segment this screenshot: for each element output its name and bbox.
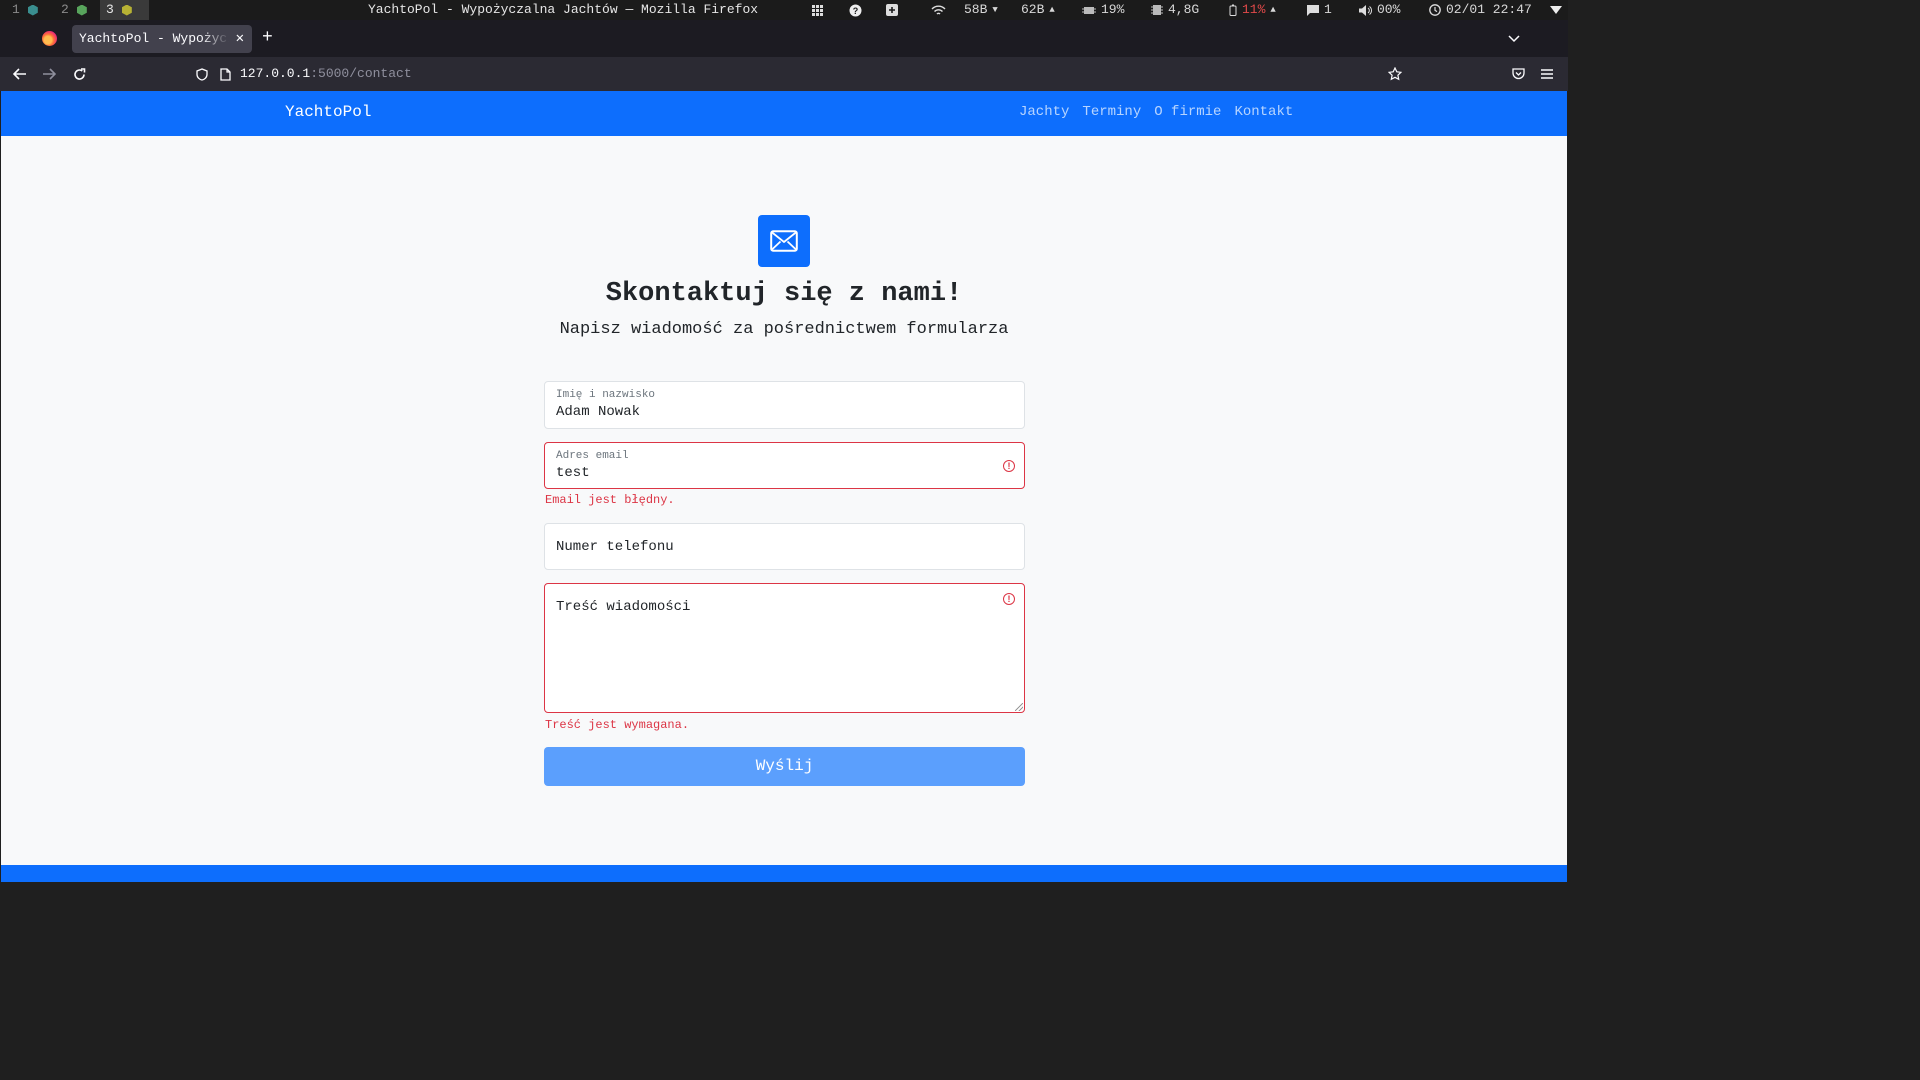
- workspace-hex-icon: [27, 4, 38, 16]
- message-textarea[interactable]: Treść wiadomości !: [544, 583, 1025, 713]
- battery-icon: [1229, 4, 1237, 16]
- datetime-value: 02/01 22:47: [1446, 2, 1532, 17]
- browser-tab-active[interactable]: YachtoPol - Wypożyczalna Jachtów ✕: [72, 25, 252, 53]
- net-up-value: 62B: [1021, 2, 1045, 17]
- workspace-hex-icon: [76, 4, 87, 16]
- chat-icon: [1307, 4, 1319, 16]
- url-path: :5000/contact: [310, 66, 412, 81]
- page-info-icon[interactable]: [216, 65, 234, 83]
- net-down-value: 58B: [964, 2, 988, 17]
- clock-icon: [1429, 4, 1441, 16]
- site-brand[interactable]: YachtoPol: [285, 103, 371, 121]
- clock-indicator[interactable]: 02/01 22:47: [1429, 0, 1532, 20]
- email-error-message: Email jest błędny.: [545, 493, 675, 507]
- nav-link-jachty[interactable]: Jachty: [1019, 104, 1069, 120]
- cpu-indicator: 19%: [1082, 0, 1124, 20]
- workspace-number: 2: [61, 2, 69, 17]
- volume-indicator[interactable]: 00%: [1359, 0, 1400, 20]
- envelope-icon: [758, 215, 810, 267]
- help-icon[interactable]: ?: [849, 0, 862, 20]
- net-down: 58B ▼: [964, 0, 998, 20]
- workspace-1[interactable]: 1: [6, 0, 44, 20]
- cpu-value: 19%: [1101, 2, 1125, 17]
- bookmark-star-icon[interactable]: [1386, 65, 1404, 83]
- url-bar[interactable]: 127.0.0.1:5000/contact: [240, 65, 412, 82]
- site-footer: [1, 865, 1567, 882]
- close-tab-icon[interactable]: ✕: [236, 25, 244, 53]
- firefox-logo-icon[interactable]: [42, 31, 57, 46]
- error-icon: !: [1003, 593, 1015, 605]
- message-textarea-placeholder: Treść wiadomości: [556, 599, 691, 615]
- error-icon: !: [1003, 460, 1015, 472]
- net-up: 62B ▲: [1021, 0, 1055, 20]
- apps-grid-icon[interactable]: [812, 0, 823, 20]
- workspace-2[interactable]: 2: [55, 0, 93, 20]
- phone-field-placeholder: Numer telefonu: [556, 539, 674, 555]
- name-field-label: Imię i nazwisko: [556, 389, 656, 401]
- add-box-icon[interactable]: [886, 0, 898, 20]
- arrow-left-icon: [13, 68, 26, 80]
- arrow-up-icon: ▲: [1049, 5, 1055, 15]
- workspace-number: 3: [106, 2, 114, 17]
- notifications-indicator[interactable]: 1: [1307, 0, 1332, 20]
- page-title: Skontaktuj się z nami!: [605, 279, 963, 309]
- speaker-icon: [1359, 4, 1372, 16]
- volume-value: 00%: [1377, 2, 1401, 17]
- pocket-icon[interactable]: [1509, 65, 1527, 83]
- nav-link-o-firmie[interactable]: O firmie: [1154, 104, 1221, 120]
- forward-button[interactable]: [40, 65, 58, 83]
- nav-link-kontakt[interactable]: Kontakt: [1234, 104, 1293, 120]
- email-field-value: test: [556, 465, 590, 481]
- memory-icon: [1151, 5, 1163, 15]
- url-host: 127.0.0.1: [240, 66, 311, 81]
- tracking-shield-icon[interactable]: [193, 65, 211, 83]
- email-field[interactable]: Adres email test !: [544, 442, 1025, 489]
- cpu-icon: [1082, 6, 1096, 14]
- workspace-3[interactable]: 3: [100, 0, 149, 20]
- nav-link-terminy[interactable]: Terminy: [1082, 104, 1141, 120]
- reload-button[interactable]: [70, 65, 88, 83]
- notifications-count: 1: [1324, 2, 1332, 17]
- svg-text:?: ?: [853, 6, 859, 16]
- name-field[interactable]: Imię i nazwisko Adam Nowak: [544, 381, 1025, 429]
- tray-dropdown-icon[interactable]: [1550, 0, 1562, 20]
- browser-navigation-bar: 127.0.0.1:5000/contact: [0, 57, 1568, 91]
- system-status-bar: 1 2 3 YachtoPol - Wypożyczalna Jachtów —…: [0, 0, 1568, 20]
- window-title: YachtoPol - Wypożyczalna Jachtów — Mozil…: [368, 2, 759, 17]
- web-page: YachtoPol Jachty Terminy O firmie Kontak…: [0, 91, 1568, 882]
- name-field-value: Adam Nowak: [556, 404, 641, 420]
- list-all-tabs-icon[interactable]: [1508, 30, 1520, 48]
- app-menu-icon[interactable]: [1538, 65, 1556, 83]
- reload-icon: [73, 67, 85, 80]
- battery-value: 11%: [1242, 2, 1266, 17]
- workspace-hex-icon: [121, 4, 132, 16]
- arrow-down-icon: ▼: [992, 5, 998, 15]
- battery-indicator: 11% ▲: [1229, 0, 1276, 20]
- message-error-message: Treść jest wymagana.: [545, 718, 690, 732]
- browser-tab-strip: YachtoPol - Wypożyczalna Jachtów ✕ +: [0, 20, 1568, 57]
- back-button[interactable]: [11, 65, 29, 83]
- new-tab-button[interactable]: +: [262, 28, 273, 48]
- arrow-right-icon: [43, 68, 56, 80]
- memory-value: 4,8G: [1168, 2, 1200, 17]
- wifi-icon: [931, 0, 946, 20]
- submit-button[interactable]: Wyślij: [544, 747, 1025, 786]
- page-subtitle: Napisz wiadomość za pośrednictwem formul…: [559, 320, 1009, 339]
- resize-handle-icon[interactable]: [1015, 703, 1023, 711]
- site-navbar: YachtoPol Jachty Terminy O firmie Kontak…: [1, 91, 1567, 136]
- workspace-number: 1: [12, 2, 20, 17]
- tab-title: YachtoPol - Wypożyczalna Jachtów: [79, 31, 229, 46]
- memory-indicator: 4,8G: [1151, 0, 1199, 20]
- phone-field[interactable]: Numer telefonu: [544, 523, 1025, 570]
- email-field-label: Adres email: [556, 450, 629, 462]
- site-nav-links: Jachty Terminy O firmie Kontakt: [1019, 104, 1293, 120]
- arrow-up-icon: ▲: [1270, 5, 1276, 15]
